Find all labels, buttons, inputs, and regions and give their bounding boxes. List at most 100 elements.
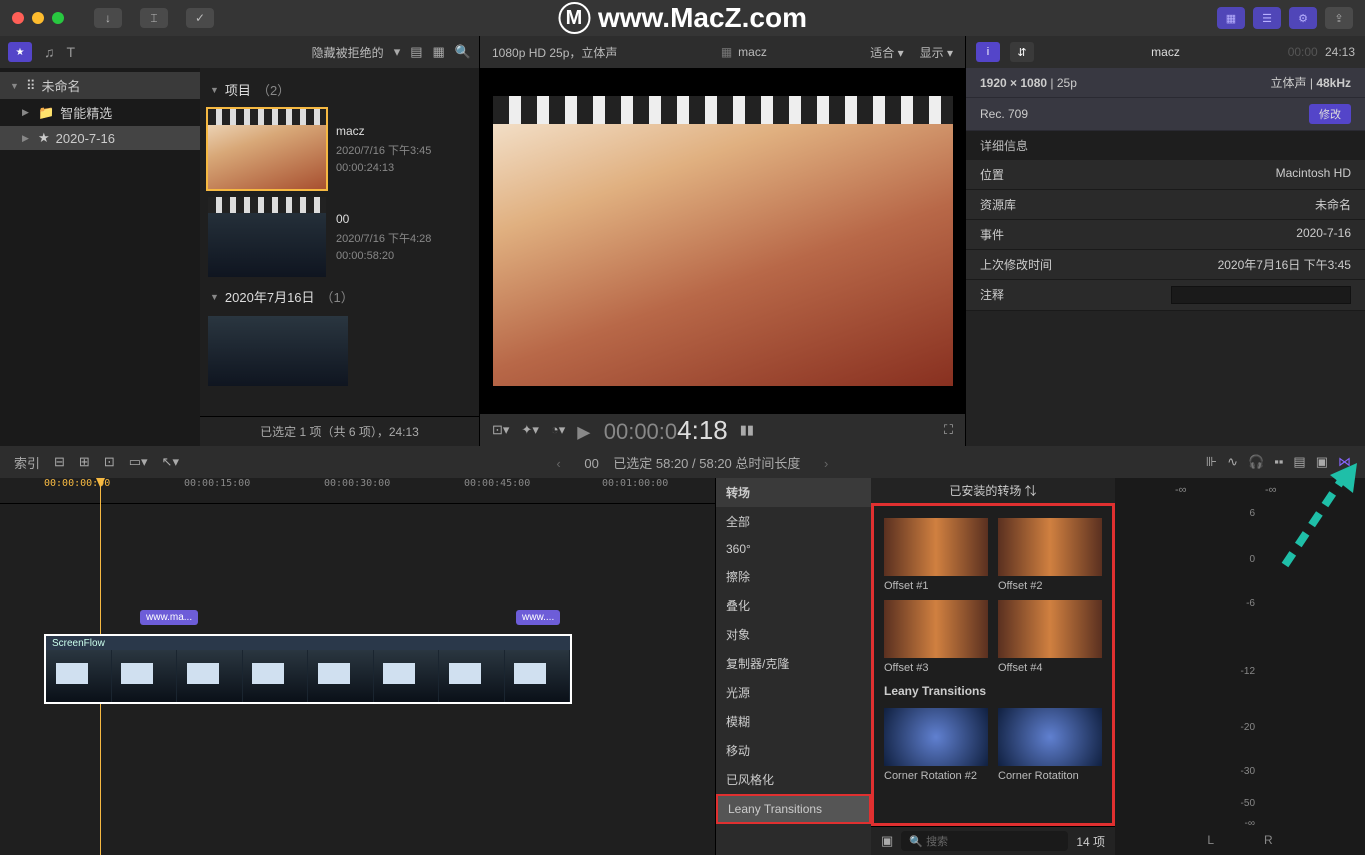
minimize-window[interactable] — [32, 12, 44, 24]
effects-browser-icon[interactable]: ▣ — [1316, 454, 1328, 470]
cat-dissolves[interactable]: 叠化 — [716, 591, 871, 620]
fullscreen-icon[interactable]: ⛶ — [944, 422, 953, 438]
skimming-icon[interactable]: ⊪ — [1206, 454, 1217, 470]
sidebar-smart-collection[interactable]: ▶📁 智能精选 — [0, 99, 200, 126]
viewer-canvas[interactable] — [480, 68, 965, 414]
overwrite-clip-icon[interactable]: ▭▾ — [129, 454, 148, 470]
retime-tool[interactable]: ◔▾ — [551, 422, 565, 438]
info-library: 资源库未命名 — [966, 190, 1365, 220]
inspector-title: macz — [1151, 45, 1180, 59]
filter-dropdown[interactable]: 隐藏被拒绝的 — [312, 44, 384, 61]
share-button[interactable]: ⇪ — [1325, 7, 1353, 29]
zoom-window[interactable] — [52, 12, 64, 24]
cat-objects[interactable]: 对象 — [716, 620, 871, 649]
cat-360[interactable]: 360° — [716, 536, 871, 562]
project-item[interactable]: 00 2020/7/16 下午4:28 00:00:58:20 — [208, 193, 471, 281]
cat-wipes[interactable]: 擦除 — [716, 562, 871, 591]
photos-icon[interactable]: ♫ — [44, 44, 55, 60]
insert-clip-icon[interactable]: ⊞ — [79, 454, 90, 470]
theme-icon[interactable]: ▣ — [881, 833, 893, 849]
cat-header: 转场 — [716, 478, 871, 507]
notes-input[interactable] — [1171, 286, 1351, 304]
transitions-section: Leany Transitions — [874, 680, 1112, 702]
search-icon[interactable]: 🔍 — [455, 44, 471, 60]
viewer-panel: 1080p HD 25p，立体声 ▦macz 适合 ▾ 显示 ▾ ⊡▾ ✦▾ ◔… — [480, 36, 965, 446]
clip-filmstrip-icon[interactable]: ▤ — [410, 44, 422, 60]
audio-skimming-icon[interactable]: ∿ — [1227, 454, 1238, 470]
cat-replicator[interactable]: 复制器/克隆 — [716, 649, 871, 678]
clip-list-icon[interactable]: ▦ — [433, 44, 445, 60]
info-inspector-button[interactable]: i — [976, 42, 1000, 62]
transition-item[interactable]: Offset #4 — [998, 600, 1102, 674]
transitions-count: 14 项 — [1076, 833, 1105, 850]
transition-item[interactable]: Offset #3 — [884, 600, 988, 674]
transitions-categories: 转场 全部 360° 擦除 叠化 对象 复制器/克隆 光源 模糊 移动 已风格化… — [716, 478, 871, 855]
clip-browser: ▼ 项目 （2） macz 2020/7/16 下午3:45 00:00:24:… — [200, 68, 479, 416]
marker[interactable]: www.ma... — [140, 610, 198, 625]
info-notes: 注释 — [966, 280, 1365, 311]
lr-labels: LR — [1207, 833, 1272, 847]
cat-movements[interactable]: 移动 — [716, 736, 871, 765]
close-window[interactable] — [12, 12, 24, 24]
transition-item[interactable]: Offset #1 — [884, 518, 988, 592]
timeline-ruler[interactable]: 00:00:00:00 00:00:15:00 00:00:30:00 00:0… — [0, 478, 715, 504]
index-button[interactable]: 索引 — [14, 453, 40, 472]
cat-blurs[interactable]: 模糊 — [716, 707, 871, 736]
layout-sliders-button[interactable]: ⚙ — [1289, 7, 1317, 29]
audio-meters: -∞ -∞ 6 0 -6 -12 -20 -30 -50 -∞ LR — [1115, 478, 1365, 855]
append-clip-icon[interactable]: ⊡ — [104, 454, 115, 470]
display-dropdown[interactable]: 显示 ▾ — [920, 44, 953, 61]
keyword-button[interactable]: ⌶ — [140, 8, 168, 28]
share-inspector-button[interactable]: ⇵ — [1010, 42, 1034, 62]
snapping-icon[interactable]: ▪▪ — [1274, 454, 1283, 470]
tools-dropdown[interactable]: ↖▾ — [162, 454, 179, 470]
marker[interactable]: www.... — [516, 610, 560, 625]
transitions-search[interactable]: 🔍 搜索 — [901, 831, 1068, 851]
transitions-browser-icon[interactable]: ⋈ — [1338, 454, 1351, 470]
timeline-panel[interactable]: 00:00:00:00 00:00:15:00 00:00:30:00 00:0… — [0, 478, 715, 855]
cat-stylized[interactable]: 已风格化 — [716, 765, 871, 794]
timeline-tracks[interactable]: www.ma... www.... ScreenFlow — [0, 504, 715, 855]
library-sidebar: ▼ ⠿ 未命名 ▶📁 智能精选 ▶★ 2020-7-16 — [0, 68, 200, 446]
info-modified: 上次修改时间2020年7月16日 下午3:45 — [966, 250, 1365, 280]
info-event: 事件2020-7-16 — [966, 220, 1365, 250]
modify-button[interactable]: 修改 — [1309, 104, 1351, 124]
transition-item[interactable]: Corner Rotatiton — [998, 708, 1102, 782]
transition-item[interactable]: Corner Rotation #2 — [884, 708, 988, 782]
solo-icon[interactable]: 🎧 — [1248, 454, 1264, 470]
connect-clip-icon[interactable]: ⊟ — [54, 454, 65, 470]
cat-all[interactable]: 全部 — [716, 507, 871, 536]
fit-dropdown[interactable]: 适合 ▾ — [870, 44, 903, 61]
clip-thumb[interactable] — [208, 316, 348, 386]
inspector-timecode: 00:00 24:13 — [1288, 45, 1355, 59]
import-button[interactable]: ↓ — [94, 8, 122, 28]
sidebar-event[interactable]: ▶★ 2020-7-16 — [0, 126, 200, 150]
viewer-format: 1080p HD 25p，立体声 — [492, 44, 617, 61]
inspector-panel: i ⇵ macz 00:00 24:13 1920 × 1080 | 25p 立… — [965, 36, 1365, 446]
library-root[interactable]: ▼ ⠿ 未命名 — [0, 72, 200, 99]
cat-lights[interactable]: 光源 — [716, 678, 871, 707]
projects-header[interactable]: ▼ 项目 （2） — [208, 74, 471, 105]
loop-icon[interactable]: ▮▮ — [740, 422, 754, 438]
layout-list-button[interactable]: ☰ — [1253, 7, 1281, 29]
transitions-filter[interactable]: 已安装的转场 ⇅ — [871, 478, 1115, 503]
timeline-toolbar: 索引 ⊟ ⊞ ⊡ ▭▾ ↖▾ ‹ 00 已选定 58:20 / 58:20 总时… — [0, 446, 1365, 478]
layout-clips-button[interactable]: ▦ — [1217, 7, 1245, 29]
window-controls — [12, 12, 64, 24]
color-tool[interactable]: ✦▾ — [521, 422, 538, 438]
titles-icon[interactable]: T — [67, 44, 76, 60]
timeline-clip[interactable]: ScreenFlow — [44, 634, 572, 704]
transition-item[interactable]: Offset #2 — [998, 518, 1102, 592]
clip-item[interactable] — [208, 312, 471, 390]
info-location: 位置Macintosh HD — [966, 160, 1365, 190]
project-thumb[interactable] — [208, 197, 326, 277]
inspector-format-row: 1920 × 1080 | 25p 立体声 | 48kHz — [966, 68, 1365, 98]
cat-leany[interactable]: Leany Transitions — [718, 796, 869, 822]
project-item[interactable]: macz 2020/7/16 下午3:45 00:00:24:13 — [208, 105, 471, 193]
date-header[interactable]: ▼ 2020年7月16日 （1） — [208, 281, 471, 312]
project-thumb[interactable] — [208, 109, 326, 189]
lane-icon[interactable]: ▤ — [1293, 454, 1305, 470]
library-media-button[interactable]: ★ — [8, 42, 32, 62]
transform-tool[interactable]: ⊡▾ — [492, 422, 509, 438]
bg-tasks-button[interactable]: ✓ — [186, 8, 214, 28]
